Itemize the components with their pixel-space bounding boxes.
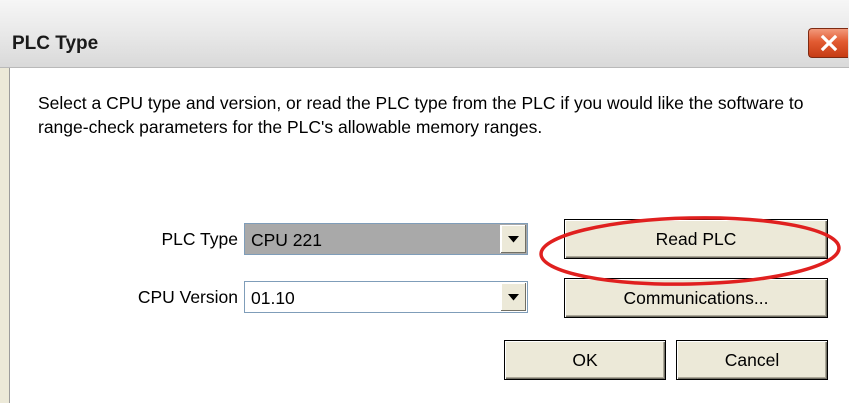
chevron-down-icon — [508, 294, 519, 301]
chevron-down-icon — [508, 236, 519, 243]
communications-button[interactable]: Communications... — [564, 278, 828, 318]
window-title: PLC Type — [12, 33, 99, 54]
plc-type-value: CPU 221 — [251, 230, 323, 250]
cpu-version-label: CPU Version — [137, 287, 238, 307]
plc-type-dropdown[interactable]: CPU 221 — [244, 223, 528, 255]
title-bar[interactable]: PLC Type — [0, 0, 849, 68]
plc-type-label: PLC Type — [161, 229, 238, 249]
ok-button[interactable]: OK — [504, 340, 666, 380]
read-plc-button[interactable]: Read PLC — [564, 219, 828, 259]
cancel-button[interactable]: Cancel — [676, 340, 828, 380]
close-icon — [820, 34, 838, 52]
cpu-version-value: 01.10 — [251, 288, 295, 308]
cpu-version-dropdown-button[interactable] — [500, 283, 526, 311]
close-button[interactable] — [808, 28, 848, 58]
dialog-description: Select a CPU type and version, or read t… — [38, 93, 804, 137]
plc-type-dialog: PLC Type Select a CPU type and version, … — [0, 0, 849, 403]
cpu-version-dropdown[interactable]: 01.10 — [244, 281, 528, 313]
plc-type-dropdown-button[interactable] — [500, 225, 526, 253]
